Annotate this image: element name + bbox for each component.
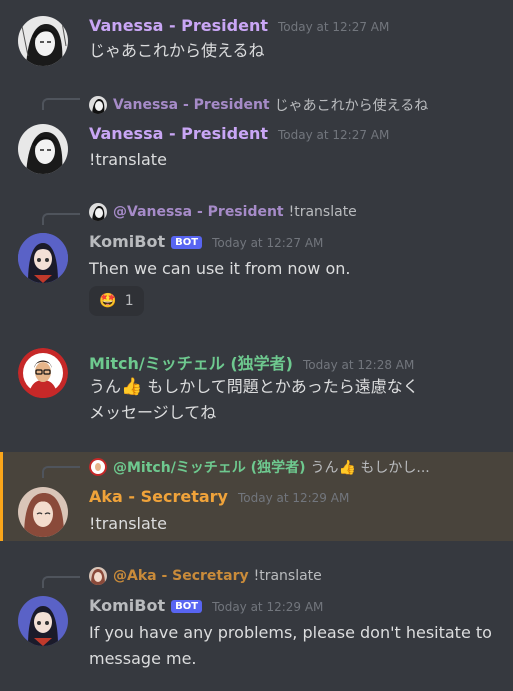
komibot-avatar[interactable] (18, 596, 68, 646)
message-text-line1: If you have any problems, please don't h… (89, 623, 492, 642)
message-text-line2: message me. (89, 649, 197, 668)
bot-badge: BOT (171, 236, 203, 249)
reply-preview[interactable]: @Vanessa - President !translate (89, 203, 357, 221)
reply-avatar (89, 203, 107, 221)
reply-preview[interactable]: @Aka - Secretary !translate (89, 567, 322, 585)
message-text: Then we can use it from now on. (89, 259, 351, 278)
author-name[interactable]: KomiBot (89, 232, 165, 251)
timestamp: Today at 12:29 AM (212, 600, 324, 614)
author-name[interactable]: Aka - Secretary (89, 487, 228, 506)
komibot-avatar[interactable] (18, 233, 68, 283)
vanessa-avatar[interactable] (18, 16, 68, 66)
reply-connector (42, 466, 80, 478)
reply-connector (42, 213, 80, 225)
reply-author[interactable]: @Mitch/ミッチェル (独学者) (113, 457, 305, 477)
author-name[interactable]: Vanessa - President (89, 124, 268, 143)
reply-avatar (89, 458, 107, 476)
message-text: !translate (89, 150, 167, 169)
bot-badge: BOT (171, 600, 203, 613)
thumbs-up-icon: 👍 (338, 460, 356, 476)
reply-avatar (89, 96, 107, 114)
reply-connector (42, 98, 80, 110)
reaction-count: 1 (124, 293, 134, 309)
timestamp: Today at 12:27 AM (278, 128, 390, 142)
author-name[interactable]: Vanessa - President (89, 16, 268, 35)
reply-preview[interactable]: Vanessa - President じゃあこれから使えるね (89, 95, 428, 115)
text-part: うん (89, 377, 122, 396)
text-part: うん (310, 460, 339, 476)
reply-avatar (89, 567, 107, 585)
message-text: !translate (89, 514, 167, 533)
timestamp: Today at 12:28 AM (302, 358, 415, 372)
reply-preview[interactable]: @Mitch/ミッチェル (独学者) うん👍 もしかし... (89, 457, 430, 477)
mitch-avatar[interactable] (18, 348, 68, 398)
author-name[interactable]: Mitch/ミッチェル (独学者) (89, 354, 293, 373)
reply-text: じゃあこれから使えるね (274, 98, 429, 114)
text-part: もしかして問題とかあったら遠慮なく (142, 377, 419, 396)
message-text: じゃあこれから使えるね (89, 41, 265, 60)
author-name[interactable]: KomiBot (89, 596, 165, 615)
thumbs-up-icon: 👍 (121, 377, 143, 397)
timestamp: Today at 12:29 AM (237, 491, 350, 505)
reply-text: !translate (253, 568, 322, 584)
vanessa-avatar[interactable] (18, 124, 68, 174)
timestamp: Today at 12:27 AM (212, 236, 324, 250)
reply-author[interactable]: Vanessa - President (113, 97, 270, 113)
message-text-line2: メッセージしてね (89, 403, 217, 422)
reply-text: !translate (288, 204, 357, 220)
reply-author[interactable]: @Aka - Secretary (113, 568, 249, 584)
reaction-button[interactable]: 🤩 1 (89, 286, 144, 316)
reply-connector (42, 576, 80, 588)
message-text-line1: うん👍 もしかして問題とかあったら遠慮なく (89, 374, 419, 400)
reply-text: うん👍 もしかし... (310, 457, 429, 477)
star-struck-icon: 🤩 (99, 293, 117, 309)
text-part: もしかし... (355, 460, 430, 476)
aka-avatar[interactable] (18, 487, 68, 537)
timestamp: Today at 12:27 AM (278, 20, 390, 34)
reply-author[interactable]: @Vanessa - President (113, 204, 284, 220)
